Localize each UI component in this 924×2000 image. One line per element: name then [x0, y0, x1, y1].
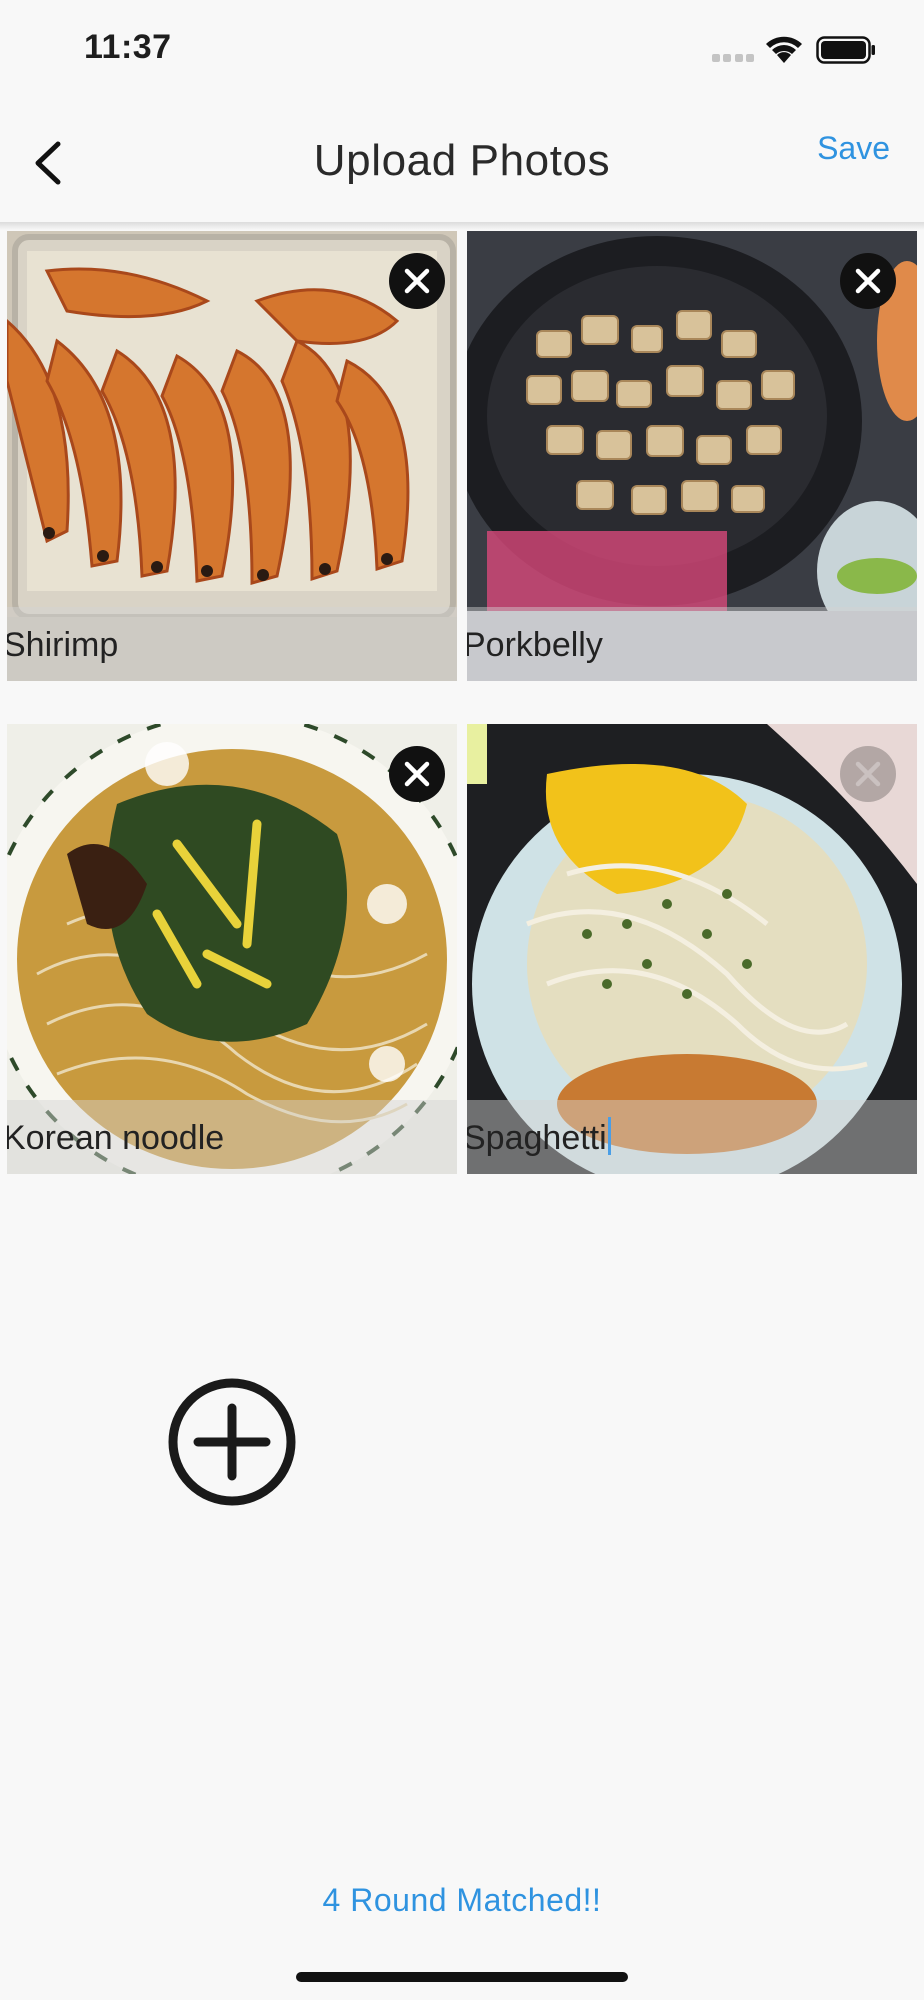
caption-text: Spaghetti [467, 1119, 607, 1157]
close-icon [404, 268, 430, 294]
photo-caption-input[interactable]: Porkbelly [467, 626, 603, 665]
plus-circle-icon [168, 1378, 296, 1506]
nav-bar: Upload Photos Save [0, 100, 924, 224]
photo-tile[interactable]: Spaghetti [467, 724, 917, 1174]
remove-photo-button[interactable] [840, 253, 896, 309]
close-icon [855, 268, 881, 294]
match-status-link[interactable]: 4 Round Matched!! [0, 1882, 924, 1919]
close-icon [855, 761, 881, 787]
add-photo-button[interactable] [166, 1376, 298, 1508]
remove-photo-button[interactable] [389, 253, 445, 309]
remove-photo-button[interactable] [840, 746, 896, 802]
text-cursor [607, 1117, 611, 1155]
close-icon [404, 761, 430, 787]
status-bar: 11:37 [0, 0, 924, 100]
battery-icon [816, 36, 875, 64]
photo-caption-input[interactable]: Spaghetti [467, 1117, 611, 1158]
photo-tile[interactable]: Shirimp [7, 231, 457, 681]
status-time: 11:37 [84, 28, 172, 66]
page-title: Upload Photos [313, 136, 611, 185]
nav-divider [0, 222, 924, 230]
cellular-signal-icon [712, 54, 754, 62]
photo-tile[interactable]: Porkbelly [467, 231, 917, 681]
photo-tile[interactable]: Korean noodle [7, 724, 457, 1174]
home-indicator [296, 1972, 628, 1982]
wifi-icon [766, 36, 802, 63]
photo-caption-input[interactable]: Shirimp [7, 626, 118, 665]
save-button[interactable]: Save [817, 130, 890, 167]
remove-photo-button[interactable] [389, 746, 445, 802]
photo-caption-input[interactable]: Korean noodle [7, 1119, 224, 1158]
